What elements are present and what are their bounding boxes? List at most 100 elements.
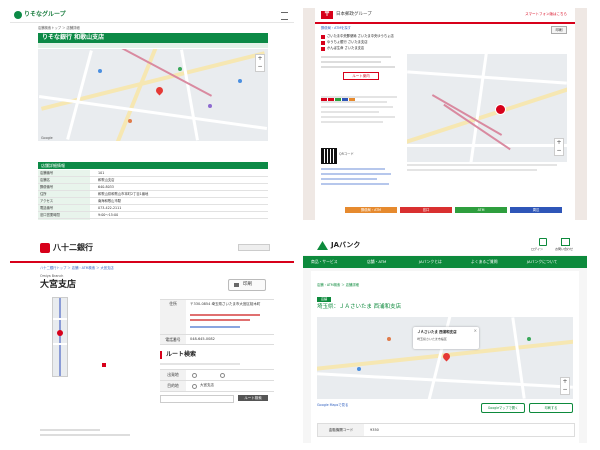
hachi-logo-text[interactable]: 八十二銀行 [53,242,93,253]
route-radio-icon[interactable] [192,373,197,378]
ja-nav-item[interactable]: JAバンクとは [419,259,442,265]
ja-logo-icon[interactable] [317,241,328,250]
hachi-font-size-control[interactable] [238,244,270,251]
ja-nav-item[interactable]: 店舗・ATM [367,259,386,265]
resona-section-title-bar: 店舗詳細情報 [38,162,268,169]
post-location-marker-icon[interactable] [495,104,506,115]
poi-icon[interactable] [128,119,132,123]
resona-branch-page: りそなグループ 店舗検索トップ ＞ 店舗詳細 りそな銀行 和歌山支店 + − Go… [10,8,294,220]
ja-nav-item[interactable]: よくあるご質問 [471,259,498,265]
hachi-route-title: ルート検索 [160,351,196,359]
poi-icon[interactable] [208,104,212,108]
post-map-zoom-control[interactable]: + − [554,138,564,156]
poi-icon[interactable] [178,67,182,71]
post-map[interactable]: + − [407,54,567,162]
notice-checkbox-icon[interactable] [321,47,325,51]
info-label: 店舗番号 [38,170,90,176]
ja-login-icon[interactable] [539,238,547,246]
hachi-print-label: 印刷 [243,282,252,287]
poi-icon[interactable] [238,79,242,83]
ja-map-zoom-control[interactable]: + − [560,377,570,395]
resona-menu-icon[interactable] [281,12,288,20]
resona-logo-icon[interactable] [14,11,22,19]
ja-login-label[interactable]: ログイン [531,247,543,251]
ja-logo-text[interactable]: JAバンク [331,241,360,250]
poi-icon[interactable] [98,69,102,73]
ja-popup-address: 埼玉県さいたま市桜区 [417,337,447,341]
hachi-route-input[interactable] [160,395,234,403]
post-link-list [321,168,401,188]
resona-map[interactable]: + − Google [38,49,268,141]
ja-open-google-button[interactable]: Googleマップで開く [481,403,525,413]
info-value: 640-8033 [98,185,114,189]
resona-map-zoom-control[interactable]: + − [255,54,265,72]
post-tab[interactable]: 郵便局・ATM [345,207,397,213]
notice-row[interactable]: かんぽ生命 さいたま支店 [321,46,551,52]
info-value: 073-422-2111 [98,206,122,210]
route-value: 大宮支店 [200,383,214,387]
notice-text[interactable]: かんぽ生命 さいたま支店 [327,46,364,50]
ja-badge: 店舗 [317,297,331,302]
ja-nav: 商品・サービス 店舗・ATM JAバンクとは よくあるご質問 JAバンクについて [303,256,587,268]
post-logo-icon[interactable]: 〒 [321,11,333,19]
info-label: 電話番号 [38,205,90,211]
info-row: ATM あり [38,219,268,220]
ja-map[interactable]: ＪＡさいたま 西浦和支店 埼玉県さいたま市桜区 × + − [317,317,573,399]
route-radio-icon[interactable] [220,373,225,378]
ja-contact-icon[interactable] [561,238,570,246]
info-label: ATM [38,219,90,220]
hachi-breadcrumb[interactable]: 八十二銀行トップ ＞ 店舗・ATM検索 ＞ 大宮支店 [40,266,114,270]
hachi-print-button[interactable]: 印刷 [228,279,266,291]
notice-checkbox-icon[interactable] [321,41,325,45]
ja-nav-item[interactable]: 商品・サービス [311,259,338,265]
poi-icon[interactable] [387,337,391,341]
ja-print-button[interactable]: 印刷する [529,403,573,413]
route-label: 目的地 [160,381,186,391]
post-tab[interactable]: 窓口 [400,207,452,213]
ja-popup-close-icon[interactable]: × [474,328,477,333]
resona-location-pin-icon[interactable] [154,85,165,96]
ja-nav-item[interactable]: JAバンクについて [527,259,557,265]
poi-icon[interactable] [357,367,361,371]
hachi-route-map[interactable] [52,297,68,377]
info-label: 窓口営業時間 [38,212,90,218]
ja-contact-label[interactable]: お問い合わせ [555,247,573,251]
info-label: 住所 [160,300,186,334]
ja-map-popup[interactable]: ＪＡさいたま 西浦和支店 埼玉県さいたま市桜区 × [413,327,479,349]
ja-breadcrumb[interactable]: 店舗・ATM検索 ＞ 店舗詳細 [317,283,359,287]
info-row: 住所 〒330-0854 埼玉県さいたま市大宮区桜木町 [160,300,274,335]
post-route-button[interactable]: ルート案内 [343,72,379,80]
hachi-logo-icon[interactable] [40,243,50,253]
post-tab[interactable]: 周辺 [510,207,562,213]
info-row: 店舗番号 101 [38,170,268,177]
ja-map-link[interactable]: Google Mapsで見る [317,403,348,407]
post-logo-text[interactable]: 日本郵政グループ [336,12,372,18]
ja-table-value: 9350 [370,428,379,432]
post-info-lines [321,56,401,71]
route-radio-icon[interactable] [192,384,197,389]
info-value: 和歌山支店 [98,178,115,182]
jabank-branch-page: JAバンク ログイン お問い合わせ 商品・サービス 店舗・ATM JAバンクとは… [303,235,587,443]
post-tab[interactable]: ATM [455,207,507,213]
hachi-map-pin-icon[interactable] [57,330,63,336]
notice-text[interactable]: ゆうちょ銀行 さいたま支店 [327,40,368,44]
hachi-small-marker-icon [102,363,106,367]
resona-branch-title: りそな銀行 和歌山支店 [42,34,105,41]
ja-info-table: 金融機関コード 9350 [317,423,575,437]
notice-checkbox-icon[interactable] [321,35,325,39]
post-breadcrumb[interactable]: 郵便局・ATMを探す [321,26,351,30]
hachi-route-search-button[interactable]: ルート検索 [238,395,268,401]
post-print-button[interactable]: 印刷 [551,26,567,34]
hachi-info-table: 住所 〒330-0854 埼玉県さいたま市大宮区桜木町 電話番号 048-645… [160,299,274,345]
resona-logo-text[interactable]: りそなグループ [24,11,66,19]
notice-text[interactable]: さいたま中央郵便局 さいたま中央ゆうちょ店 [327,34,394,38]
resona-breadcrumb[interactable]: 店舗検索トップ ＞ 店舗詳細 [38,26,80,30]
resona-header: りそなグループ [10,8,294,23]
info-row: 窓口営業時間 9:00〜15:00 [38,212,268,219]
poi-icon[interactable] [527,337,531,341]
post-smartphone-link[interactable]: スマートフォン版はこちら [525,12,567,17]
post-qr-code-icon [321,148,337,164]
resona-title-bar: りそな銀行 和歌山支店 [38,33,268,43]
info-value: 和歌山県和歌山市本町2丁目1番地 [98,192,149,196]
info-label: 住所 [38,191,90,197]
